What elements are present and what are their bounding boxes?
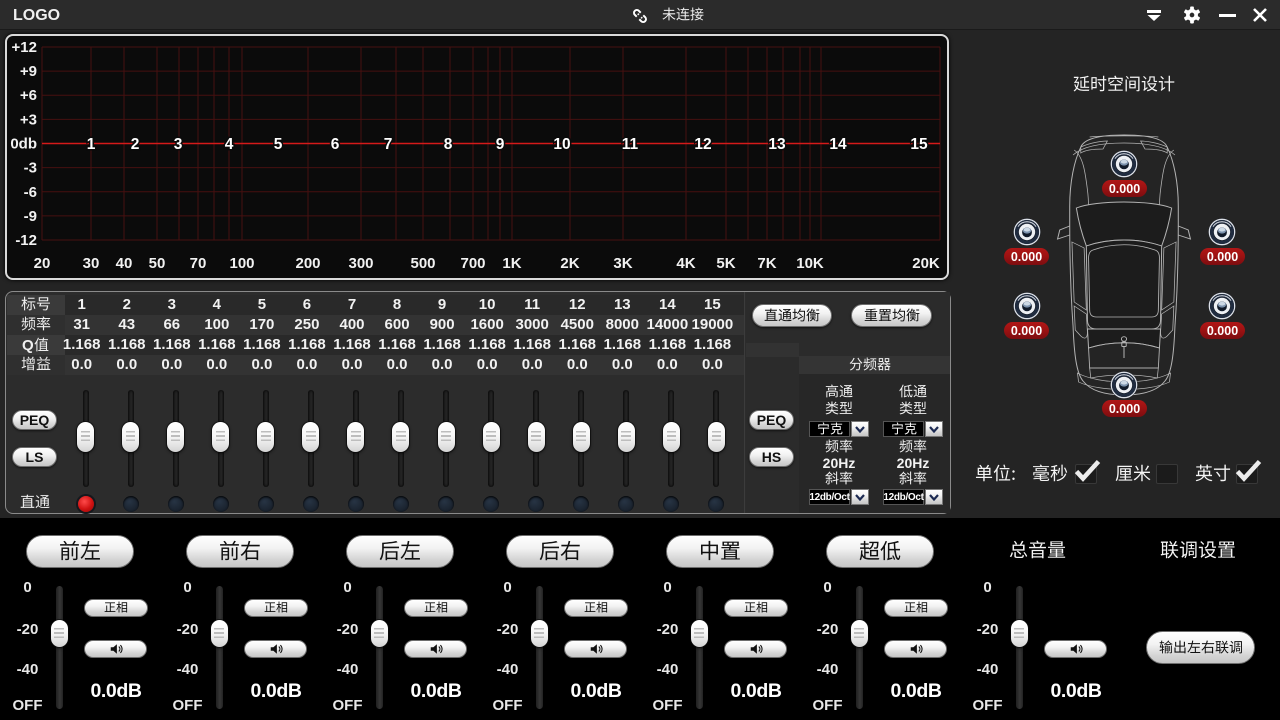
svg-text:0db: 0db (10, 136, 37, 153)
svg-text:7: 7 (384, 136, 393, 153)
svg-text:+6: +6 (20, 87, 37, 104)
svg-text:4: 4 (225, 136, 234, 153)
svg-text:70: 70 (190, 255, 207, 272)
svg-text:12: 12 (694, 136, 711, 153)
svg-text:-6: -6 (24, 184, 37, 201)
svg-text:11: 11 (622, 136, 639, 153)
svg-text:20K: 20K (912, 255, 940, 272)
svg-text:300: 300 (348, 255, 373, 272)
svg-text:500: 500 (410, 255, 435, 272)
svg-text:14: 14 (829, 136, 847, 153)
svg-text:-12: -12 (15, 232, 37, 249)
svg-text:2: 2 (131, 136, 140, 153)
svg-text:4K: 4K (676, 255, 695, 272)
svg-text:8: 8 (444, 136, 453, 153)
svg-text:5K: 5K (716, 255, 735, 272)
svg-text:30: 30 (83, 255, 100, 272)
svg-text:-3: -3 (24, 160, 37, 177)
svg-text:3: 3 (174, 136, 183, 153)
svg-text:+9: +9 (20, 63, 37, 80)
svg-text:100: 100 (229, 255, 254, 272)
svg-text:3K: 3K (613, 255, 632, 272)
svg-text:20: 20 (34, 255, 51, 272)
svg-text:200: 200 (295, 255, 320, 272)
svg-text:6: 6 (331, 136, 340, 153)
svg-text:1K: 1K (502, 255, 521, 272)
svg-text:13: 13 (768, 136, 786, 153)
svg-text:50: 50 (149, 255, 166, 272)
svg-text:7K: 7K (757, 255, 776, 272)
svg-text:-9: -9 (24, 208, 37, 225)
svg-text:9: 9 (496, 136, 505, 153)
svg-text:+12: +12 (12, 39, 37, 56)
svg-text:+3: +3 (20, 111, 37, 128)
svg-text:10: 10 (553, 136, 570, 153)
svg-text:700: 700 (460, 255, 485, 272)
svg-text:10K: 10K (796, 255, 824, 272)
svg-text:40: 40 (116, 255, 133, 272)
svg-text:15: 15 (910, 136, 928, 153)
svg-text:2K: 2K (560, 255, 579, 272)
svg-text:5: 5 (274, 136, 283, 153)
svg-text:1: 1 (87, 136, 96, 153)
